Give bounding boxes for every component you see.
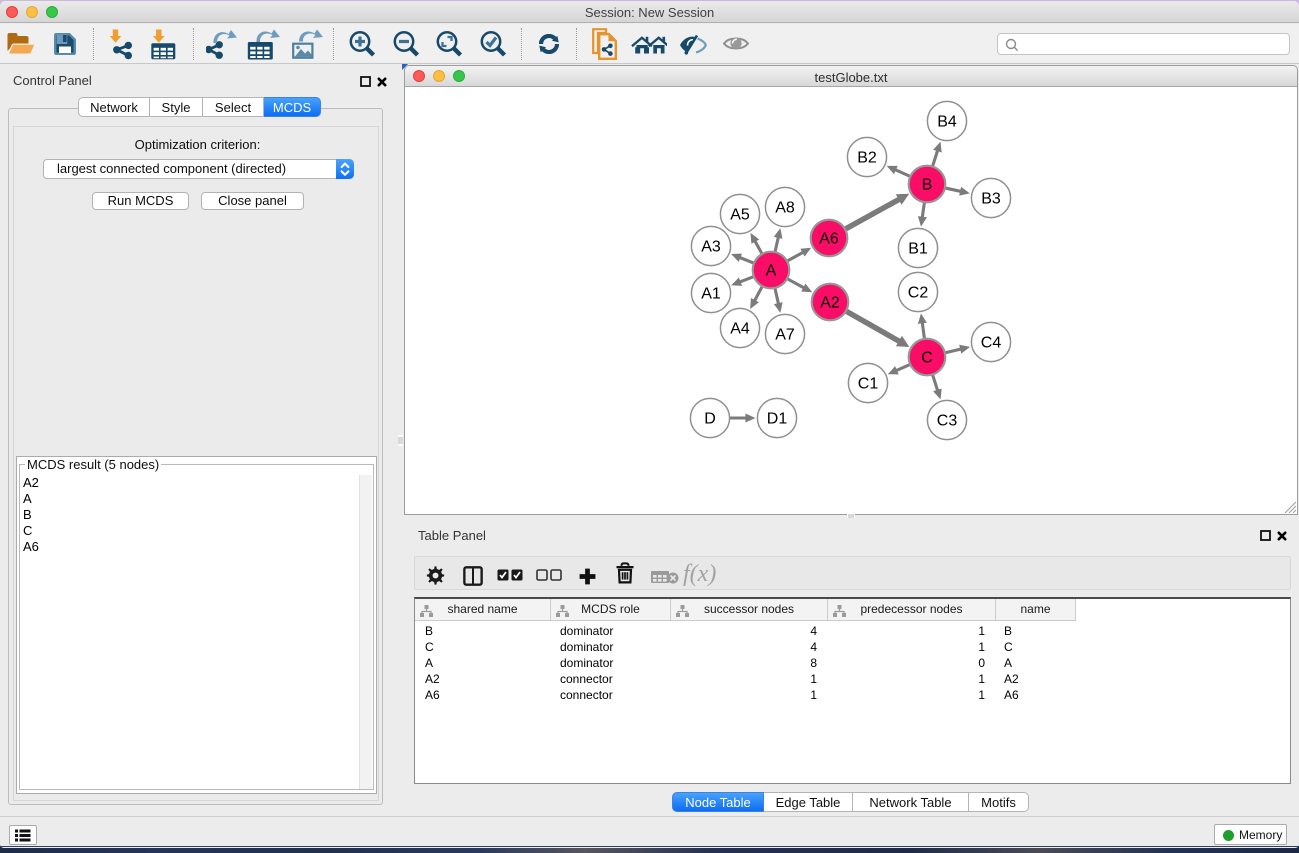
svg-text:B3: B3: [981, 191, 1001, 208]
svg-text:A3: A3: [701, 239, 721, 256]
svg-text:C3: C3: [937, 413, 958, 430]
svg-text:B1: B1: [908, 241, 928, 258]
svg-text:C4: C4: [981, 335, 1002, 352]
svg-text:B2: B2: [857, 150, 877, 167]
svg-text:A1: A1: [701, 286, 721, 303]
svg-text:B4: B4: [937, 114, 957, 131]
svg-text:B: B: [922, 177, 933, 194]
svg-text:C2: C2: [908, 285, 929, 302]
svg-text:D1: D1: [767, 411, 788, 428]
svg-text:A6: A6: [819, 231, 839, 248]
svg-text:A4: A4: [730, 321, 750, 338]
svg-text:A5: A5: [730, 207, 750, 224]
svg-text:A2: A2: [820, 295, 840, 312]
svg-text:A7: A7: [775, 327, 795, 344]
svg-text:A8: A8: [775, 200, 795, 217]
svg-text:A: A: [766, 263, 777, 280]
svg-text:D: D: [704, 411, 716, 428]
svg-text:C1: C1: [858, 376, 879, 393]
svg-text:C: C: [921, 350, 933, 367]
